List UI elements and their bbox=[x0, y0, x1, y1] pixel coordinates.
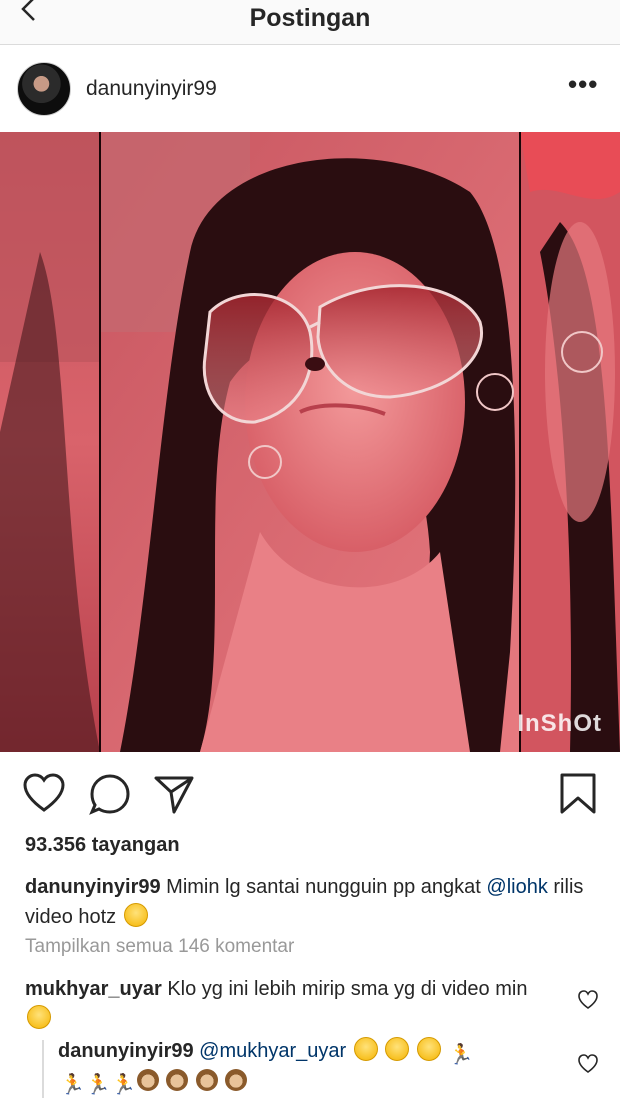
more-icon[interactable]: ••• bbox=[568, 71, 598, 97]
see-no-evil-monkey-emoji bbox=[195, 1069, 218, 1091]
running-man-emoji: 🏃 bbox=[448, 1044, 474, 1066]
view-count: 93.356 tayangan bbox=[25, 834, 180, 856]
grinning-squint-emoji bbox=[416, 1037, 441, 1061]
see-no-evil-monkey-emoji bbox=[225, 1069, 248, 1091]
heart-icon[interactable] bbox=[22, 772, 66, 816]
post-header: danunyinyir99 ••• bbox=[0, 44, 620, 132]
avatar[interactable] bbox=[17, 62, 71, 116]
running-man-emoji: 🏃 bbox=[111, 1074, 137, 1096]
video-frame bbox=[0, 132, 620, 752]
page-title: Postingan bbox=[249, 4, 371, 32]
view-all-comments-link[interactable]: Tampilkan semua 146 komentar bbox=[25, 936, 294, 958]
reply-like-heart-icon[interactable] bbox=[577, 1053, 599, 1075]
see-no-evil-monkey-emoji bbox=[166, 1069, 189, 1091]
running-man-emoji: 🏃 bbox=[85, 1074, 111, 1096]
grinning-squint-emoji bbox=[385, 1037, 410, 1061]
top-bar: Postingan bbox=[0, 0, 620, 45]
see-no-evil-monkey-emoji bbox=[136, 1069, 159, 1091]
comment-text: Klo yg ini lebih mirip sma yg di video m… bbox=[167, 978, 528, 1000]
bookmark-icon[interactable] bbox=[556, 772, 600, 816]
share-icon[interactable] bbox=[152, 772, 196, 816]
caption-mention[interactable]: @liohk bbox=[486, 876, 547, 898]
grinning-squint-emoji bbox=[123, 903, 148, 927]
post-username[interactable]: danunyinyir99 bbox=[86, 77, 217, 101]
caption-username[interactable]: danunyinyir99 bbox=[25, 876, 161, 898]
comment-item: mukhyar_uyar Klo yg ini lebih mirip sma … bbox=[25, 974, 545, 1034]
reply-username[interactable]: danunyinyir99 bbox=[58, 1040, 194, 1062]
grinning-squint-emoji bbox=[353, 1037, 378, 1061]
post-caption: danunyinyir99 Mimin lg santai nungguin p… bbox=[25, 872, 595, 932]
comment-icon[interactable] bbox=[88, 772, 132, 816]
comment-like-heart-icon[interactable] bbox=[577, 989, 599, 1011]
grinning-squint-emoji bbox=[27, 1005, 51, 1029]
inshot-watermark: InShOt bbox=[517, 710, 602, 737]
post-video[interactable]: InShOt bbox=[0, 132, 620, 752]
running-man-emoji: 🏃 bbox=[60, 1074, 85, 1096]
reply-comment: danunyinyir99 @mukhyar_uyar 🏃 🏃 🏃 🏃 bbox=[58, 1036, 548, 1096]
comment-username[interactable]: mukhyar_uyar bbox=[25, 978, 162, 1000]
reply-mention[interactable]: @mukhyar_uyar bbox=[199, 1040, 346, 1062]
reply-thread-line bbox=[42, 1040, 44, 1098]
post-actions bbox=[0, 762, 620, 826]
caption-text: Mimin lg santai nungguin pp angkat bbox=[166, 876, 481, 898]
